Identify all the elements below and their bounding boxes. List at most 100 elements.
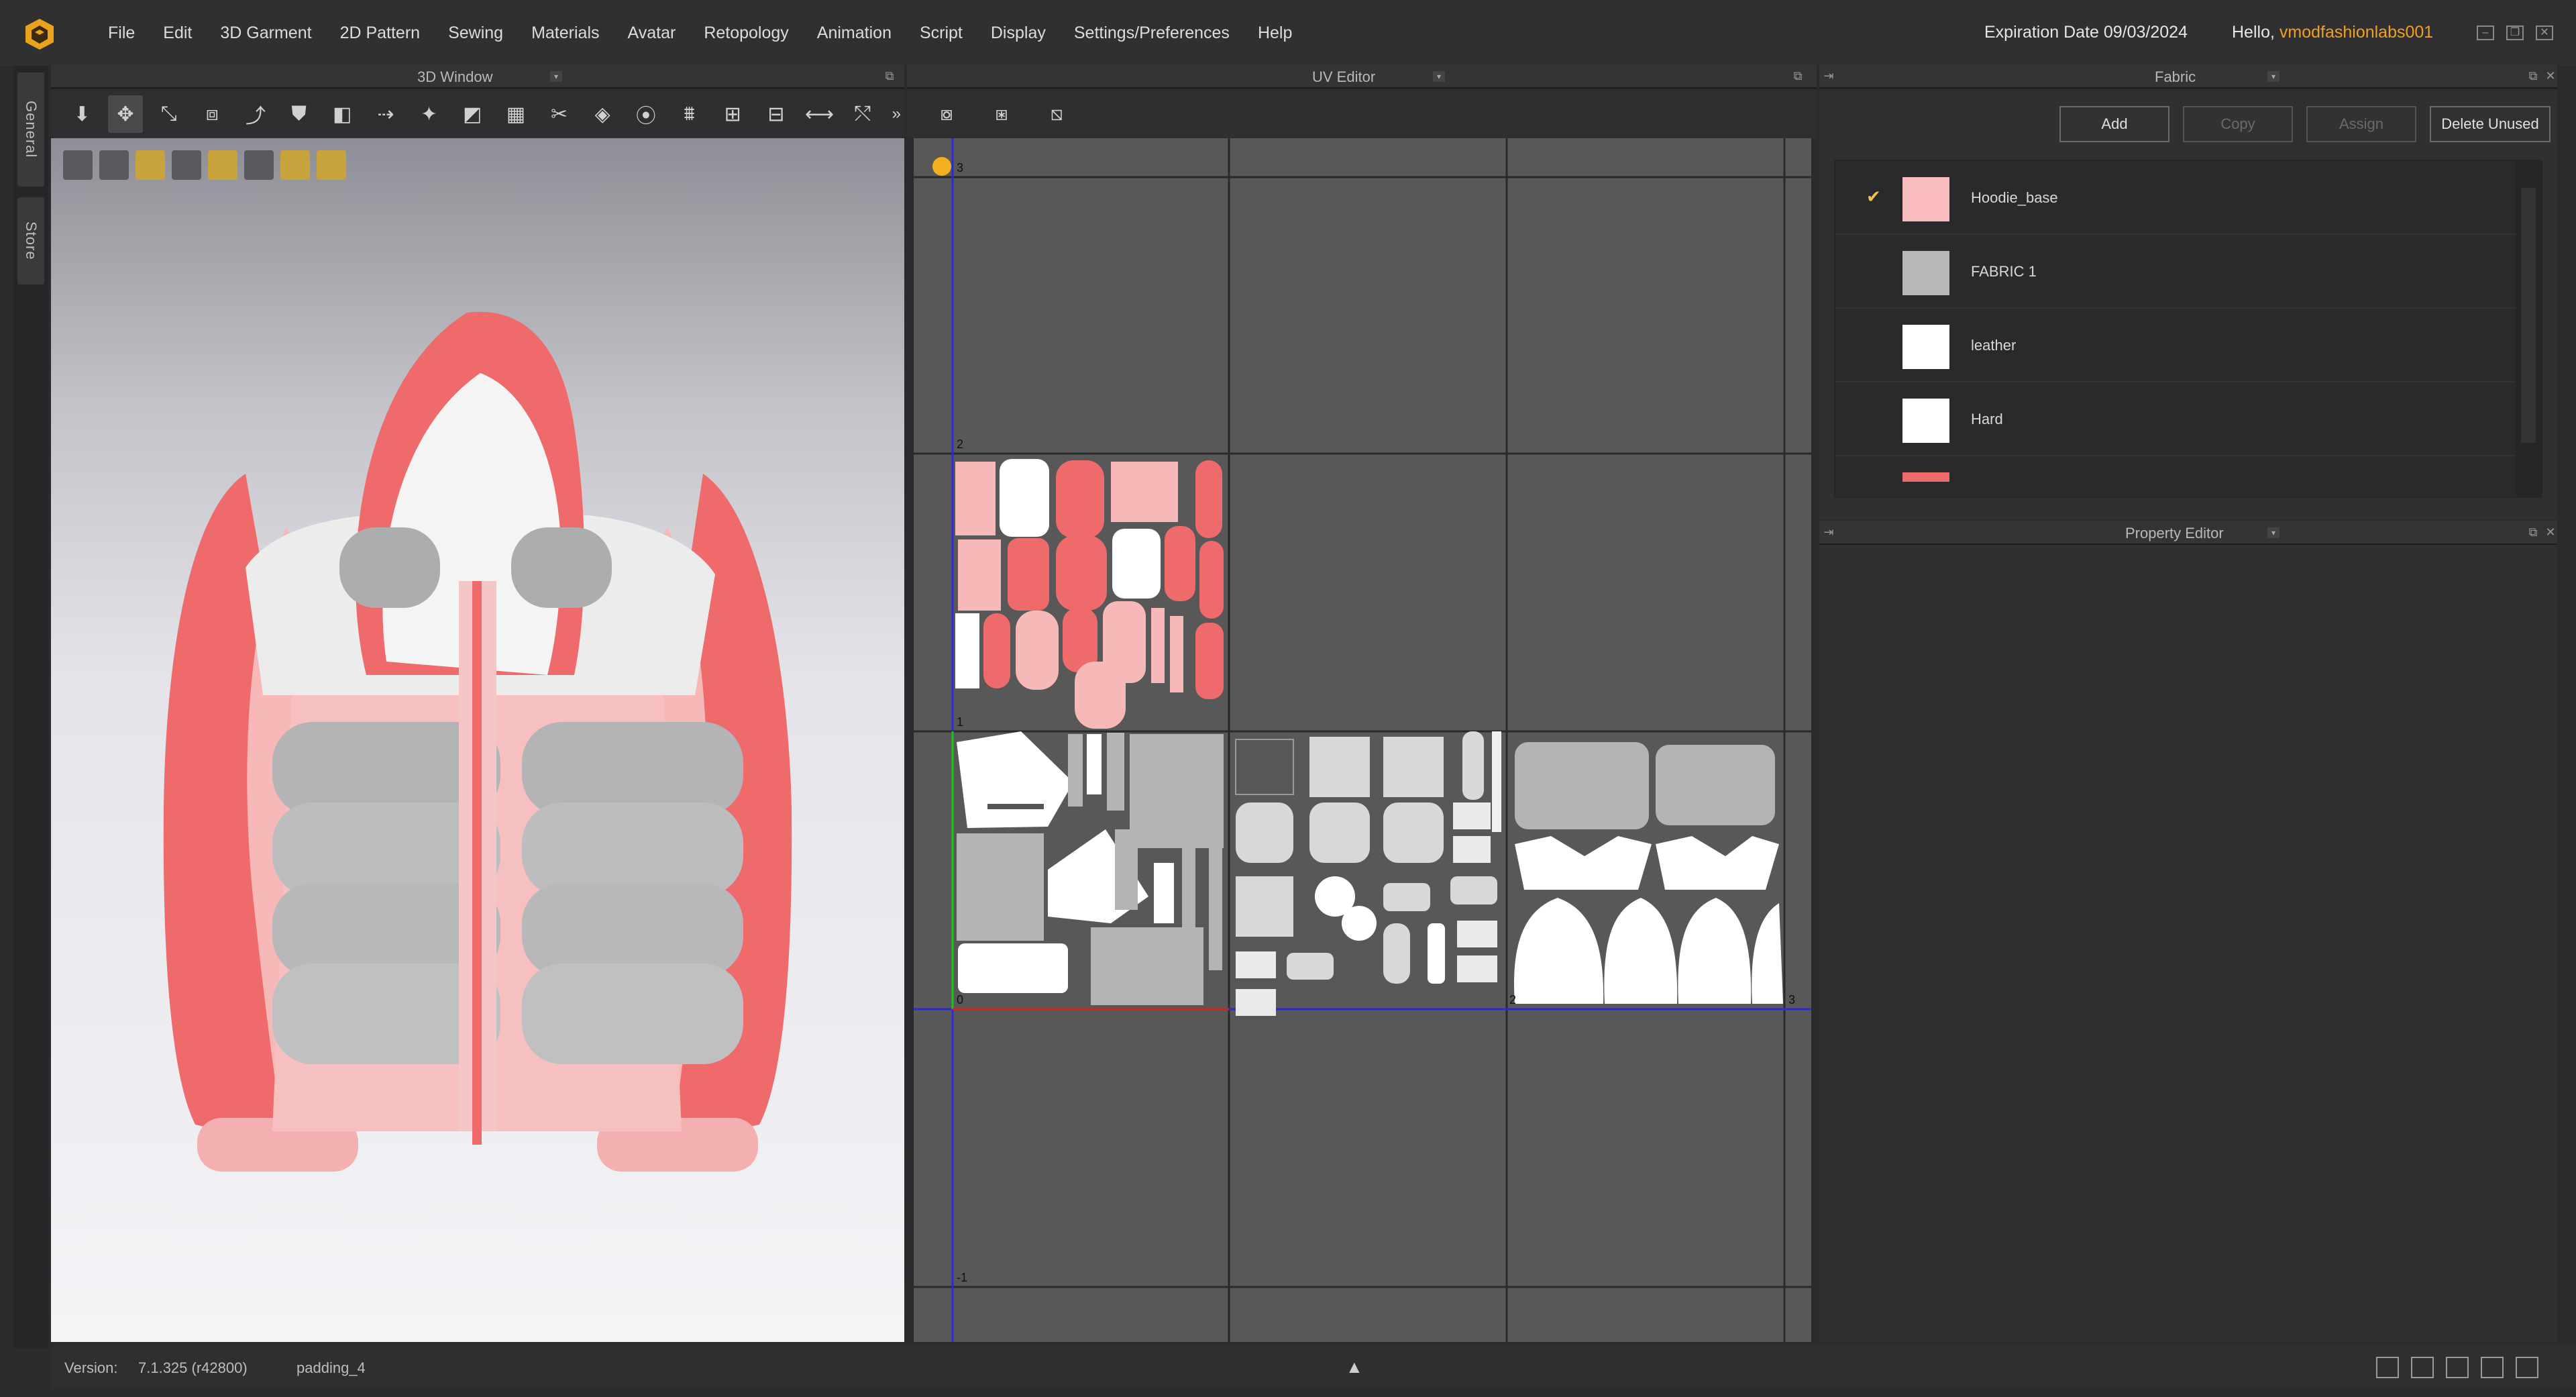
center-zipper bbox=[472, 581, 482, 1145]
menu-3d-garment[interactable]: 3D Garment bbox=[206, 23, 325, 43]
zipper-icon[interactable]: ⩩ bbox=[672, 95, 707, 133]
fabric-row-hard[interactable]: Hard bbox=[1835, 382, 2516, 456]
fabric-undock-icon[interactable]: ⧉ bbox=[2526, 70, 2540, 82]
username[interactable]: vmodfashionlabs001 bbox=[2279, 23, 2433, 42]
trim-icon[interactable]: ⊞ bbox=[715, 95, 751, 133]
fabric-name: FABRIC 1 bbox=[1971, 263, 2037, 280]
tack-icon[interactable]: ⇢ bbox=[368, 95, 404, 133]
fabric-close-icon[interactable]: ✕ bbox=[2544, 70, 2557, 82]
layout-three-icon[interactable] bbox=[2446, 1357, 2469, 1378]
screenshot-icon[interactable] bbox=[2516, 1357, 2538, 1378]
puffer-right-1 bbox=[522, 722, 743, 816]
layout-single-icon[interactable] bbox=[2376, 1357, 2399, 1378]
elastic-icon[interactable]: ◈ bbox=[585, 95, 621, 133]
collar-right bbox=[511, 527, 612, 608]
restore-button[interactable]: ❐ bbox=[2506, 25, 2524, 40]
fabric-assign-button[interactable]: Assign bbox=[2306, 106, 2416, 142]
puffer-right-3 bbox=[522, 883, 743, 977]
uv-label-col2: 2 bbox=[1509, 993, 1516, 1006]
fabric-name: Hard bbox=[1971, 411, 2003, 427]
select-mesh-icon[interactable]: ⤡ bbox=[151, 95, 186, 133]
window3d-title: 3D Window bbox=[417, 68, 493, 85]
scrollbar-thumb[interactable] bbox=[2521, 188, 2536, 443]
button-tool-icon[interactable]: ⊟ bbox=[759, 95, 794, 133]
fabric-add-button[interactable]: Add bbox=[2059, 106, 2169, 142]
fabric-dropdown-icon[interactable]: ▾ bbox=[2267, 71, 2279, 82]
edit-curvature-icon[interactable]: ◩ bbox=[455, 95, 490, 133]
measure-icon[interactable]: ⟷ bbox=[802, 95, 837, 133]
fabric-row-fabric-1[interactable]: FABRIC 1 bbox=[1835, 235, 2516, 309]
menu-sewing[interactable]: Sewing bbox=[434, 23, 517, 43]
puckering-icon[interactable]: ⤲ bbox=[845, 95, 881, 133]
uv-tile-hoodie-pieces bbox=[955, 459, 1224, 729]
menu-avatar[interactable]: Avatar bbox=[614, 23, 690, 43]
close-window-button[interactable]: ✕ bbox=[2536, 25, 2553, 40]
fabric-row-partial[interactable] bbox=[1835, 456, 2516, 497]
tab-store-label: Store bbox=[23, 221, 40, 260]
select-move-icon[interactable]: ⬇ bbox=[64, 95, 100, 133]
fabric-name: leather bbox=[1971, 337, 2017, 354]
garment-render[interactable] bbox=[51, 138, 904, 1342]
menu-script[interactable]: Script bbox=[906, 23, 977, 43]
user-greeting: Hello, vmodfashionlabs001 bbox=[2232, 23, 2433, 42]
menu-display[interactable]: Display bbox=[977, 23, 1060, 43]
fold-arrangement-icon[interactable]: ⧈ bbox=[195, 95, 230, 133]
uv-select-shell-icon[interactable]: ⧆ bbox=[982, 95, 1021, 133]
property-close-icon[interactable]: ✕ bbox=[2544, 526, 2557, 538]
menu-animation[interactable]: Animation bbox=[803, 23, 906, 43]
layout-split-icon[interactable] bbox=[2411, 1357, 2434, 1378]
property-undock-icon[interactable]: ⧉ bbox=[2526, 526, 2540, 538]
expand-up-icon[interactable]: ▲ bbox=[1346, 1357, 1363, 1378]
fabric-row-hoodie-base[interactable]: ✔ Hoodie_base bbox=[1835, 161, 2516, 235]
tab-general[interactable]: General bbox=[17, 72, 44, 187]
fabric-row-leather[interactable]: leather bbox=[1835, 309, 2516, 382]
uv-editor-undock-icon[interactable]: ⧉ bbox=[1791, 70, 1805, 82]
menu-materials[interactable]: Materials bbox=[517, 23, 613, 43]
transform-pattern-icon[interactable]: ✥ bbox=[107, 95, 144, 133]
show-3d-pattern-icon[interactable]: ◧ bbox=[325, 95, 360, 133]
cut-icon[interactable]: ✂ bbox=[541, 95, 577, 133]
fabric-swatch[interactable] bbox=[1902, 399, 1949, 443]
uv-light-icon[interactable] bbox=[932, 157, 951, 176]
property-editor-dropdown-icon[interactable]: ▾ bbox=[2267, 527, 2279, 538]
fabric-swatch[interactable] bbox=[1902, 472, 1949, 482]
menu-2d-pattern[interactable]: 2D Pattern bbox=[326, 23, 435, 43]
menu-retopology[interactable]: Retopology bbox=[690, 23, 802, 43]
greeting-prefix: Hello, bbox=[2232, 23, 2279, 42]
menu-edit[interactable]: Edit bbox=[149, 23, 206, 43]
fabric-copy-button[interactable]: Copy bbox=[2183, 106, 2293, 142]
window3d-undock-icon[interactable]: ⧉ bbox=[883, 70, 896, 82]
fabric-pin-icon[interactable]: ⇥ bbox=[1822, 70, 1835, 82]
fabric-swatch[interactable] bbox=[1902, 325, 1949, 369]
grid-pattern-icon[interactable]: ▦ bbox=[498, 95, 534, 133]
garment-fit-icon[interactable]: ⛊ bbox=[281, 95, 317, 133]
avatar-measure-icon[interactable]: ✦ bbox=[411, 95, 447, 133]
menu-settings[interactable]: Settings/Preferences bbox=[1060, 23, 1244, 43]
window3d-dropdown-icon[interactable]: ▾ bbox=[550, 71, 562, 82]
fabric-swatch[interactable] bbox=[1902, 251, 1949, 295]
menu-help[interactable]: Help bbox=[1244, 23, 1306, 43]
layout-four-icon[interactable] bbox=[2481, 1357, 2504, 1378]
fabric-title: Fabric bbox=[2155, 68, 2196, 85]
pin-icon[interactable]: ⦿ bbox=[629, 95, 664, 133]
viewport-3d[interactable] bbox=[51, 138, 904, 1342]
uv-arrange-icon[interactable]: ⧅ bbox=[1037, 95, 1076, 133]
fabric-list: ✔ Hoodie_base FABRIC 1 leather Hard bbox=[1834, 160, 2542, 498]
fabric-delete-unused-button[interactable]: Delete Unused bbox=[2430, 106, 2551, 142]
uv-label-neg1: -1 bbox=[957, 1271, 967, 1284]
minimize-button[interactable]: – bbox=[2477, 25, 2494, 40]
tab-store[interactable]: Store bbox=[17, 197, 44, 284]
app-logo-icon[interactable] bbox=[23, 17, 56, 51]
property-pin-icon[interactable]: ⇥ bbox=[1822, 526, 1835, 538]
puffer-right-2 bbox=[522, 803, 743, 896]
uv-editor-dropdown-icon[interactable]: ▾ bbox=[1433, 71, 1445, 82]
uv-editor-header: UV Editor ▾ ⧉ bbox=[907, 64, 1817, 89]
fabric-list-scrollbar[interactable] bbox=[2516, 161, 2541, 497]
toolbar-overflow-icon[interactable]: » bbox=[888, 95, 904, 133]
fabric-swatch[interactable] bbox=[1902, 177, 1949, 221]
menu-file[interactable]: File bbox=[94, 23, 149, 43]
window3d-toolbar: ⬇ ✥ ⤡ ⧈ ⤴ ⛊ ◧ ⇢ ✦ ◩ ▦ ✂ ◈ ⦿ ⩩ ⊞ ⊟ ⟷ ⤲ » bbox=[51, 90, 904, 138]
uv-canvas[interactable]: 3 2 1 0 -1 2 3 bbox=[914, 138, 1811, 1342]
uv-snapshot-icon[interactable]: ⧇ bbox=[927, 95, 966, 133]
edit-pin-icon[interactable]: ⤴ bbox=[238, 95, 274, 133]
